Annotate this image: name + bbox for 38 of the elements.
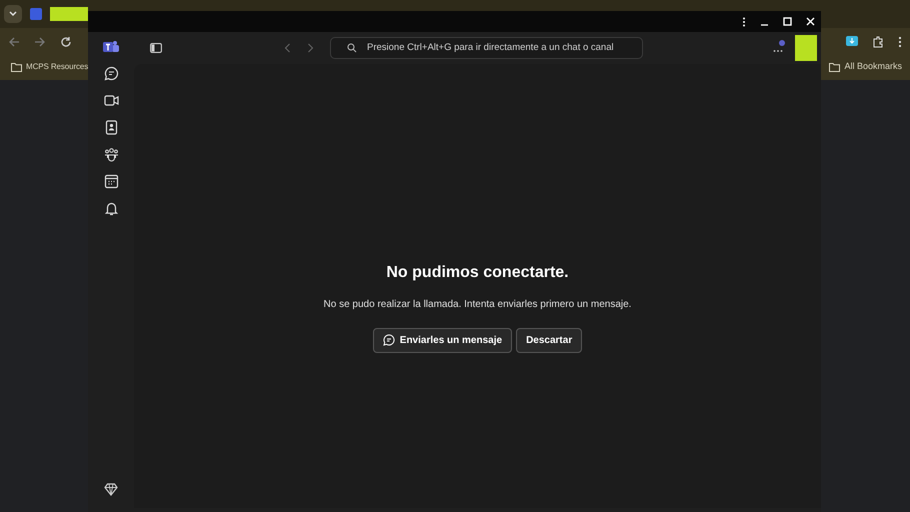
calendar-icon[interactable] bbox=[104, 174, 118, 189]
chat-icon[interactable] bbox=[104, 66, 118, 81]
dismiss-button[interactable]: Descartar bbox=[516, 328, 582, 353]
contacts-icon[interactable] bbox=[104, 120, 118, 135]
notification-dot-icon bbox=[779, 40, 785, 46]
back-icon[interactable] bbox=[284, 43, 291, 53]
more-icon[interactable] bbox=[773, 49, 783, 53]
folder-icon bbox=[11, 62, 22, 72]
all-bookmarks-item[interactable]: All Bookmarks bbox=[819, 56, 910, 78]
menu-icon[interactable] bbox=[898, 36, 902, 48]
extensions-icon[interactable] bbox=[872, 36, 884, 48]
site-icon bbox=[30, 8, 42, 20]
forward-icon[interactable] bbox=[34, 36, 46, 48]
bookmark-item[interactable]: MCPS Resources bbox=[0, 56, 88, 78]
people-icon[interactable] bbox=[104, 147, 118, 162]
maximize-icon[interactable] bbox=[783, 17, 792, 26]
diamond-icon[interactable] bbox=[104, 483, 118, 496]
chevron-icon bbox=[9, 11, 17, 17]
send-message-button[interactable]: Enviarles un mensaje bbox=[372, 328, 512, 353]
search-field[interactable]: Presione Ctrl+Alt+G para ir directamente a un chat o canal bbox=[330, 37, 643, 59]
folder-icon bbox=[829, 62, 840, 72]
reload-icon[interactable] bbox=[60, 36, 72, 48]
back-icon[interactable] bbox=[8, 36, 20, 48]
close-icon[interactable] bbox=[806, 17, 815, 26]
forward-icon[interactable] bbox=[307, 43, 314, 53]
error-message: No se pudo realizar la llamada. Intenta enviarles primero un mensaje. bbox=[324, 298, 632, 312]
tab-list-button[interactable] bbox=[4, 5, 22, 23]
error-title: No pudimos conectarte. bbox=[386, 263, 569, 283]
video-icon[interactable] bbox=[104, 93, 118, 108]
chat-icon bbox=[382, 334, 395, 346]
redaction-block bbox=[50, 7, 88, 21]
more-options-icon[interactable] bbox=[742, 16, 746, 26]
search-icon bbox=[347, 43, 357, 53]
teams-logo-icon bbox=[103, 40, 119, 54]
download-icon[interactable] bbox=[846, 36, 858, 48]
redaction-block bbox=[795, 35, 817, 61]
sidebar-toggle-icon[interactable] bbox=[150, 43, 162, 53]
bell-icon[interactable] bbox=[104, 201, 118, 216]
